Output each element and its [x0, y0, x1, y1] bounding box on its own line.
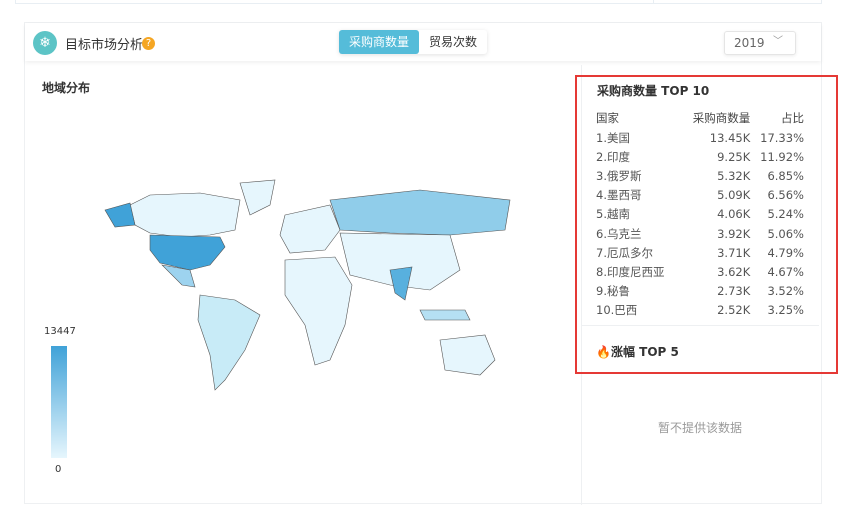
card-title: 目标市场分析 — [65, 38, 144, 53]
region-canada[interactable] — [129, 192, 241, 238]
region-russia[interactable] — [329, 189, 511, 236]
region-alaska[interactable] — [104, 202, 136, 228]
buyers-cell: 9.25K — [717, 149, 751, 164]
share-cell: 4.67% — [767, 264, 804, 279]
country-cell: 6.乌克兰 — [596, 226, 642, 241]
country-cell: 1.美国 — [596, 130, 630, 145]
legend-max: 13447 — [44, 326, 76, 337]
share-cell: 6.85% — [767, 168, 804, 183]
col-share: 占比 — [781, 110, 804, 125]
table-row: 6.乌克兰 3.92K 5.06% — [596, 224, 804, 243]
region-australia[interactable] — [439, 334, 496, 376]
table-row: 7.厄瓜多尔 3.71K 4.79% — [596, 243, 804, 262]
share-cell: 17.33% — [760, 130, 804, 145]
col-buyers: 采购商数量 — [692, 110, 751, 125]
region-europe[interactable] — [279, 204, 341, 254]
legend-gradient-bar[interactable] — [51, 346, 67, 458]
table-row: 8.印度尼西亚 3.62K 4.67% — [596, 262, 804, 281]
region-usa[interactable] — [149, 234, 226, 271]
table-row: 5.越南 4.06K 5.24% — [596, 205, 804, 224]
share-cell: 5.24% — [767, 207, 804, 222]
question-icon[interactable]: ? — [142, 37, 155, 50]
no-data-message: 暂不提供该数据 — [658, 421, 743, 435]
top10-table: 国家 采购商数量 占比 1.美国 13.45K 17.33% 2.印度 9.25K 11.… — [596, 107, 804, 320]
table-row: 4.墨西哥 5.09K 6.56% — [596, 186, 804, 205]
share-cell: 11.92% — [760, 149, 804, 164]
share-cell: 4.79% — [767, 245, 804, 260]
top5-title-text: 涨幅 TOP 5 — [610, 345, 679, 359]
metric-tabs: 采购商数量 贸易次数 — [339, 30, 488, 54]
top5-title: 🔥涨幅 TOP 5 — [596, 343, 679, 360]
chevron-down-icon: ﹀ — [773, 36, 783, 47]
region-africa[interactable] — [284, 256, 353, 366]
country-cell: 2.印度 — [596, 149, 630, 164]
table-row: 3.俄罗斯 5.32K 6.85% — [596, 166, 804, 185]
year-select[interactable]: 2019 ﹀ — [724, 31, 796, 55]
buyers-cell: 3.62K — [717, 264, 751, 279]
buyers-cell: 2.52K — [717, 303, 751, 318]
snowflake-logo-icon: ❄ — [33, 31, 57, 55]
buyers-cell: 4.06K — [717, 207, 751, 222]
previous-card — [15, 0, 822, 4]
table-row: 9.秘鲁 2.73K 3.52% — [596, 282, 804, 301]
col-country: 国家 — [596, 110, 619, 125]
buyers-cell: 5.32K — [717, 168, 751, 183]
region-india[interactable] — [389, 266, 413, 301]
country-cell: 9.秘鲁 — [596, 284, 630, 299]
buyers-cell: 5.09K — [717, 188, 751, 203]
table-row: 2.印度 9.25K 11.92% — [596, 147, 804, 166]
buyers-cell: 3.92K — [717, 226, 751, 241]
region-indonesia[interactable] — [419, 309, 471, 321]
fire-icon: 🔥 — [596, 345, 611, 359]
share-cell: 3.52% — [767, 284, 804, 299]
share-cell: 5.06% — [767, 226, 804, 241]
country-cell: 4.墨西哥 — [596, 188, 642, 203]
region-greenland[interactable] — [239, 179, 276, 216]
buyers-cell: 2.73K — [717, 284, 751, 299]
year-value: 2019 — [734, 36, 765, 50]
divider — [581, 325, 819, 326]
country-cell: 8.印度尼西亚 — [596, 264, 665, 279]
map-section-title: 地域分布 — [42, 81, 91, 95]
buyers-cell: 13.45K — [709, 130, 751, 145]
card-header: ❄ 目标市场分析 ? 采购商数量 贸易次数 2019 ﹀ — [25, 23, 821, 61]
table-header: 国家 采购商数量 占比 — [596, 107, 804, 128]
share-cell: 6.56% — [767, 188, 804, 203]
tab-trade-count[interactable]: 贸易次数 — [419, 30, 487, 54]
table-row: 10.巴西 2.52K 3.25% — [596, 301, 804, 320]
world-map[interactable] — [90, 175, 515, 405]
country-cell: 3.俄罗斯 — [596, 168, 642, 183]
top10-title: 采购商数量 TOP 10 — [597, 84, 710, 98]
region-south-america[interactable] — [197, 294, 261, 391]
buyers-cell: 3.71K — [717, 245, 751, 260]
table-row: 1.美国 13.45K 17.33% — [596, 128, 804, 147]
share-cell: 3.25% — [767, 303, 804, 318]
country-cell: 10.巴西 — [596, 303, 638, 318]
tab-buyer-count[interactable]: 采购商数量 — [339, 30, 420, 54]
country-cell: 7.厄瓜多尔 — [596, 245, 653, 260]
legend-min: 0 — [55, 464, 62, 475]
country-cell: 5.越南 — [596, 207, 630, 222]
